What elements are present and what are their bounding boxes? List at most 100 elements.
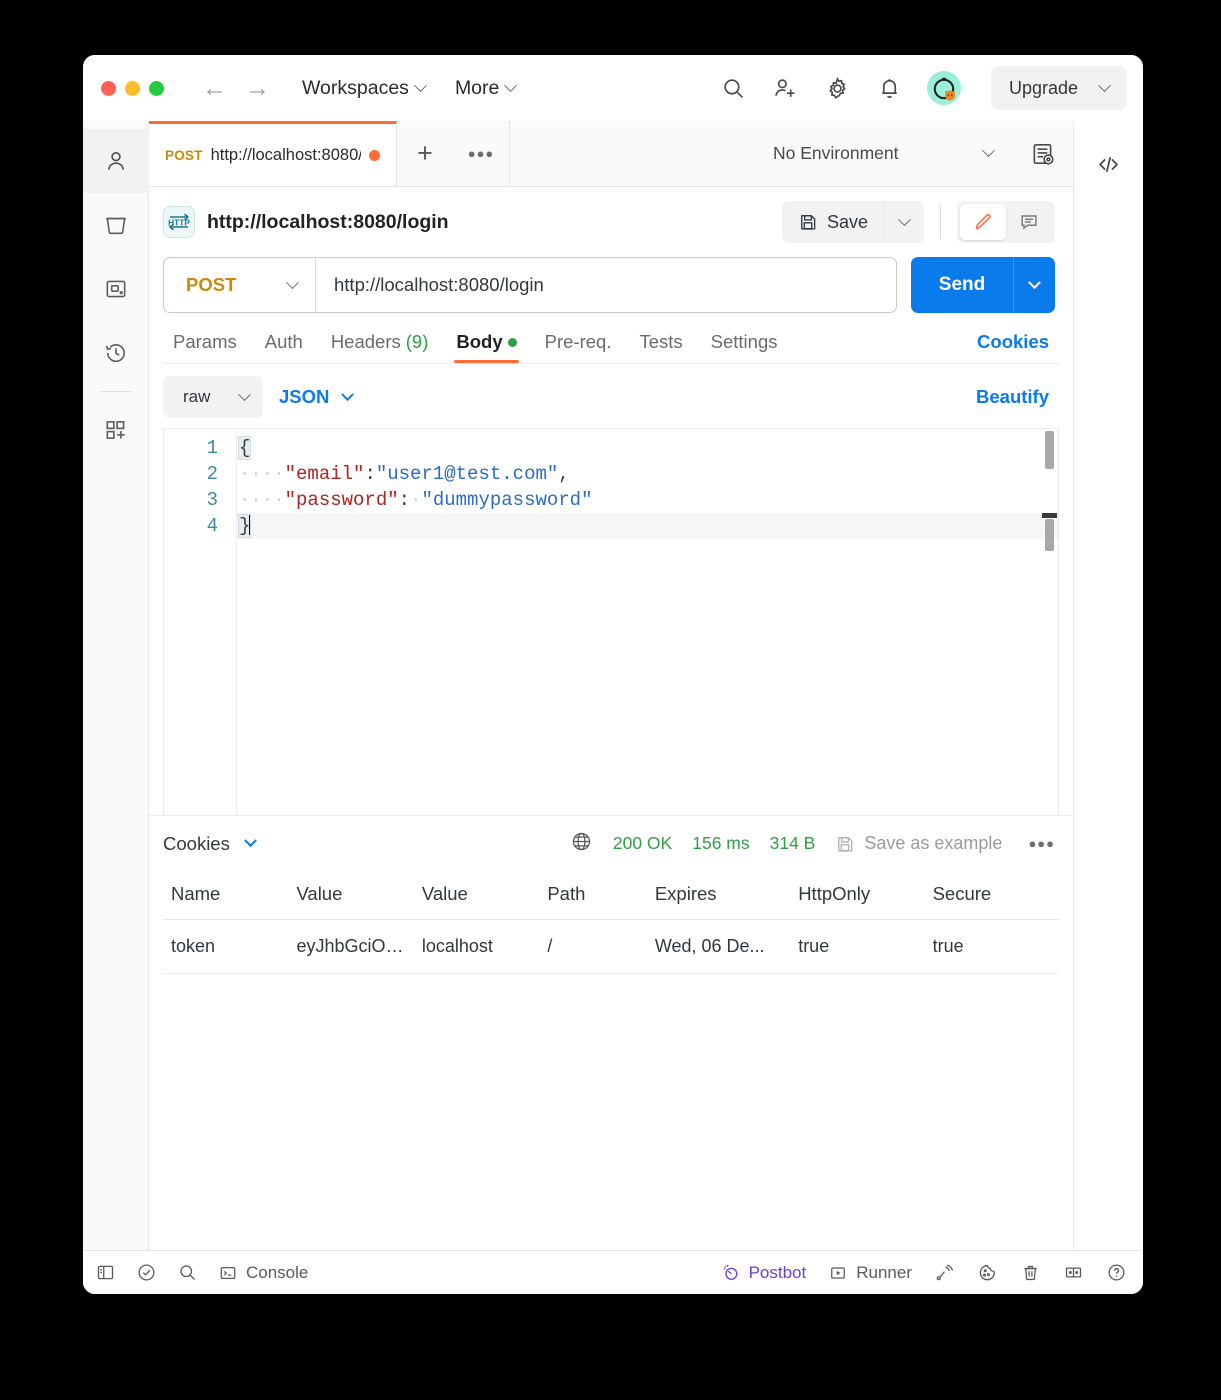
help-circle-icon[interactable] bbox=[1106, 1262, 1127, 1283]
invite-user-icon[interactable] bbox=[771, 73, 801, 103]
http-method-selector[interactable]: POST bbox=[164, 258, 316, 312]
globe-icon bbox=[570, 830, 593, 858]
sidebar-item-history[interactable] bbox=[83, 321, 149, 385]
body-language-selector[interactable]: JSON bbox=[279, 386, 355, 408]
send-button[interactable]: Send bbox=[911, 257, 1013, 313]
environment-quick-look-icon[interactable] bbox=[1013, 121, 1073, 186]
back-icon[interactable]: ← bbox=[202, 75, 227, 101]
send-label: Send bbox=[938, 274, 986, 295]
response-empty-area bbox=[149, 974, 1073, 1250]
column-header-name: Name bbox=[163, 871, 289, 920]
sidebar-item-collections[interactable] bbox=[83, 193, 149, 257]
upgrade-button[interactable]: Upgrade bbox=[990, 66, 1127, 110]
request-tab[interactable]: POST http://localhost:8080/ bbox=[149, 121, 397, 186]
search-icon[interactable] bbox=[719, 73, 749, 103]
table-row[interactable]: token eyJhbGciOi ... localhost / Wed, 06… bbox=[163, 919, 1059, 974]
comment-button[interactable] bbox=[1006, 204, 1052, 240]
line-number: 4 bbox=[206, 515, 218, 537]
runner-button[interactable]: Runner bbox=[828, 1263, 912, 1283]
pencil-icon bbox=[975, 213, 991, 230]
editor-code-area[interactable]: { ····"email":"user1@test.com", ····"pas… bbox=[236, 429, 1058, 815]
forward-icon[interactable]: → bbox=[245, 75, 270, 101]
url-row: POST Send bbox=[149, 253, 1073, 313]
window-traffic-lights bbox=[101, 80, 164, 96]
gear-icon[interactable] bbox=[823, 73, 853, 103]
code-line-4: } bbox=[237, 513, 1058, 539]
tab-params-label: Params bbox=[173, 331, 237, 352]
more-menu[interactable]: More bbox=[455, 77, 518, 100]
send-options-button[interactable] bbox=[1013, 257, 1055, 313]
editor-vertical-scrollbar[interactable] bbox=[1042, 429, 1057, 815]
console-button[interactable]: Console bbox=[218, 1263, 308, 1283]
code-line-1: { bbox=[237, 436, 252, 460]
sidebar-toggle-icon[interactable] bbox=[95, 1262, 116, 1283]
request-section-tabs: Params Auth Headers (9) Body Pre-req. Te… bbox=[149, 313, 1073, 363]
save-as-example-button[interactable]: Save as example bbox=[835, 833, 1002, 854]
url-input[interactable] bbox=[316, 274, 896, 296]
status-bar-left: Console bbox=[95, 1262, 308, 1283]
tab-settings[interactable]: Settings bbox=[697, 327, 792, 363]
sidebar-item-profile[interactable] bbox=[83, 129, 149, 193]
save-options-button[interactable] bbox=[884, 201, 924, 243]
tab-headers-count: (9) bbox=[405, 331, 429, 352]
editor-scroll-thumb-bottom bbox=[1045, 519, 1054, 551]
tab-settings-label: Settings bbox=[710, 331, 778, 352]
chevron-down-icon bbox=[1028, 275, 1041, 289]
save-label: Save bbox=[826, 211, 868, 232]
cell-cookie-httponly: true bbox=[790, 919, 925, 974]
body-mode-label: raw bbox=[183, 387, 211, 406]
tab-body[interactable]: Body bbox=[442, 327, 530, 363]
body-options-row: raw JSON Beautify bbox=[149, 364, 1073, 428]
editor-scroll-thumb-top bbox=[1045, 431, 1054, 469]
save-button[interactable]: Save bbox=[781, 201, 884, 243]
code-snippet-icon[interactable] bbox=[1082, 137, 1136, 191]
close-window-button[interactable] bbox=[101, 80, 116, 96]
bell-icon[interactable] bbox=[875, 73, 905, 103]
search-icon[interactable] bbox=[177, 1262, 198, 1283]
maximize-window-button[interactable] bbox=[149, 80, 164, 96]
tabstrip-spacer bbox=[509, 121, 753, 186]
environment-selector[interactable]: No Environment bbox=[753, 121, 1013, 186]
request-header: HTTP http://localhost:8080/login Save bbox=[149, 187, 1073, 253]
play-icon bbox=[831, 1266, 846, 1279]
response-bar: Cookies 200 OK 156 ms 314 B Save as exam… bbox=[149, 815, 1073, 871]
workspaces-menu[interactable]: Workspaces bbox=[302, 77, 427, 100]
tab-headers-label: Headers bbox=[330, 331, 401, 352]
tab-options-ellipsis-icon[interactable]: ●●● bbox=[453, 121, 509, 186]
trash-icon[interactable] bbox=[1020, 1262, 1041, 1283]
sidebar-item-apis[interactable] bbox=[83, 257, 149, 321]
tab-headers[interactable]: Headers (9) bbox=[317, 327, 443, 363]
column-header-value: Value bbox=[288, 871, 414, 920]
center-column: POST http://localhost:8080/ + ●●● No Env… bbox=[149, 121, 1073, 1250]
response-cookies-section[interactable]: Cookies bbox=[163, 833, 257, 855]
response-size: 314 B bbox=[769, 833, 816, 853]
request-cookies-link[interactable]: Cookies bbox=[977, 331, 1055, 363]
check-circle-icon[interactable] bbox=[136, 1262, 157, 1283]
console-icon bbox=[220, 1266, 236, 1279]
column-header-expires: Expires bbox=[646, 871, 791, 920]
tab-tests[interactable]: Tests bbox=[625, 327, 696, 363]
postman-avatar[interactable] bbox=[926, 71, 961, 105]
postbot-button[interactable]: Postbot bbox=[720, 1262, 806, 1283]
response-stats: 200 OK 156 ms 314 B Save as example ●●● bbox=[570, 830, 1055, 858]
chevron-down-icon bbox=[286, 275, 299, 289]
response-options-ellipsis-icon[interactable]: ●●● bbox=[1022, 836, 1055, 851]
tab-params[interactable]: Params bbox=[163, 327, 251, 363]
edit-mode-button[interactable] bbox=[960, 204, 1006, 240]
upgrade-label: Upgrade bbox=[1008, 77, 1078, 98]
plus-icon[interactable]: + bbox=[397, 121, 453, 186]
cell-cookie-path: / bbox=[539, 919, 647, 974]
body-editor[interactable]: 1 2 3 4 { ····"email":"user1@test.com", … bbox=[163, 428, 1059, 815]
body-mode-selector[interactable]: raw bbox=[163, 376, 263, 418]
cookie-icon[interactable] bbox=[977, 1262, 998, 1283]
two-pane-layout-icon[interactable] bbox=[1063, 1262, 1084, 1283]
sidebar-item-new[interactable] bbox=[83, 398, 149, 462]
tab-pre-request[interactable]: Pre-req. bbox=[531, 327, 626, 363]
beautify-button[interactable]: Beautify bbox=[976, 386, 1055, 408]
minimize-window-button[interactable] bbox=[125, 80, 140, 96]
capture-requests-icon[interactable] bbox=[934, 1262, 955, 1283]
tab-body-label: Body bbox=[456, 331, 503, 352]
unsaved-changes-indicator bbox=[369, 149, 380, 161]
chevron-down-icon bbox=[243, 834, 257, 848]
tab-auth[interactable]: Auth bbox=[251, 327, 317, 363]
